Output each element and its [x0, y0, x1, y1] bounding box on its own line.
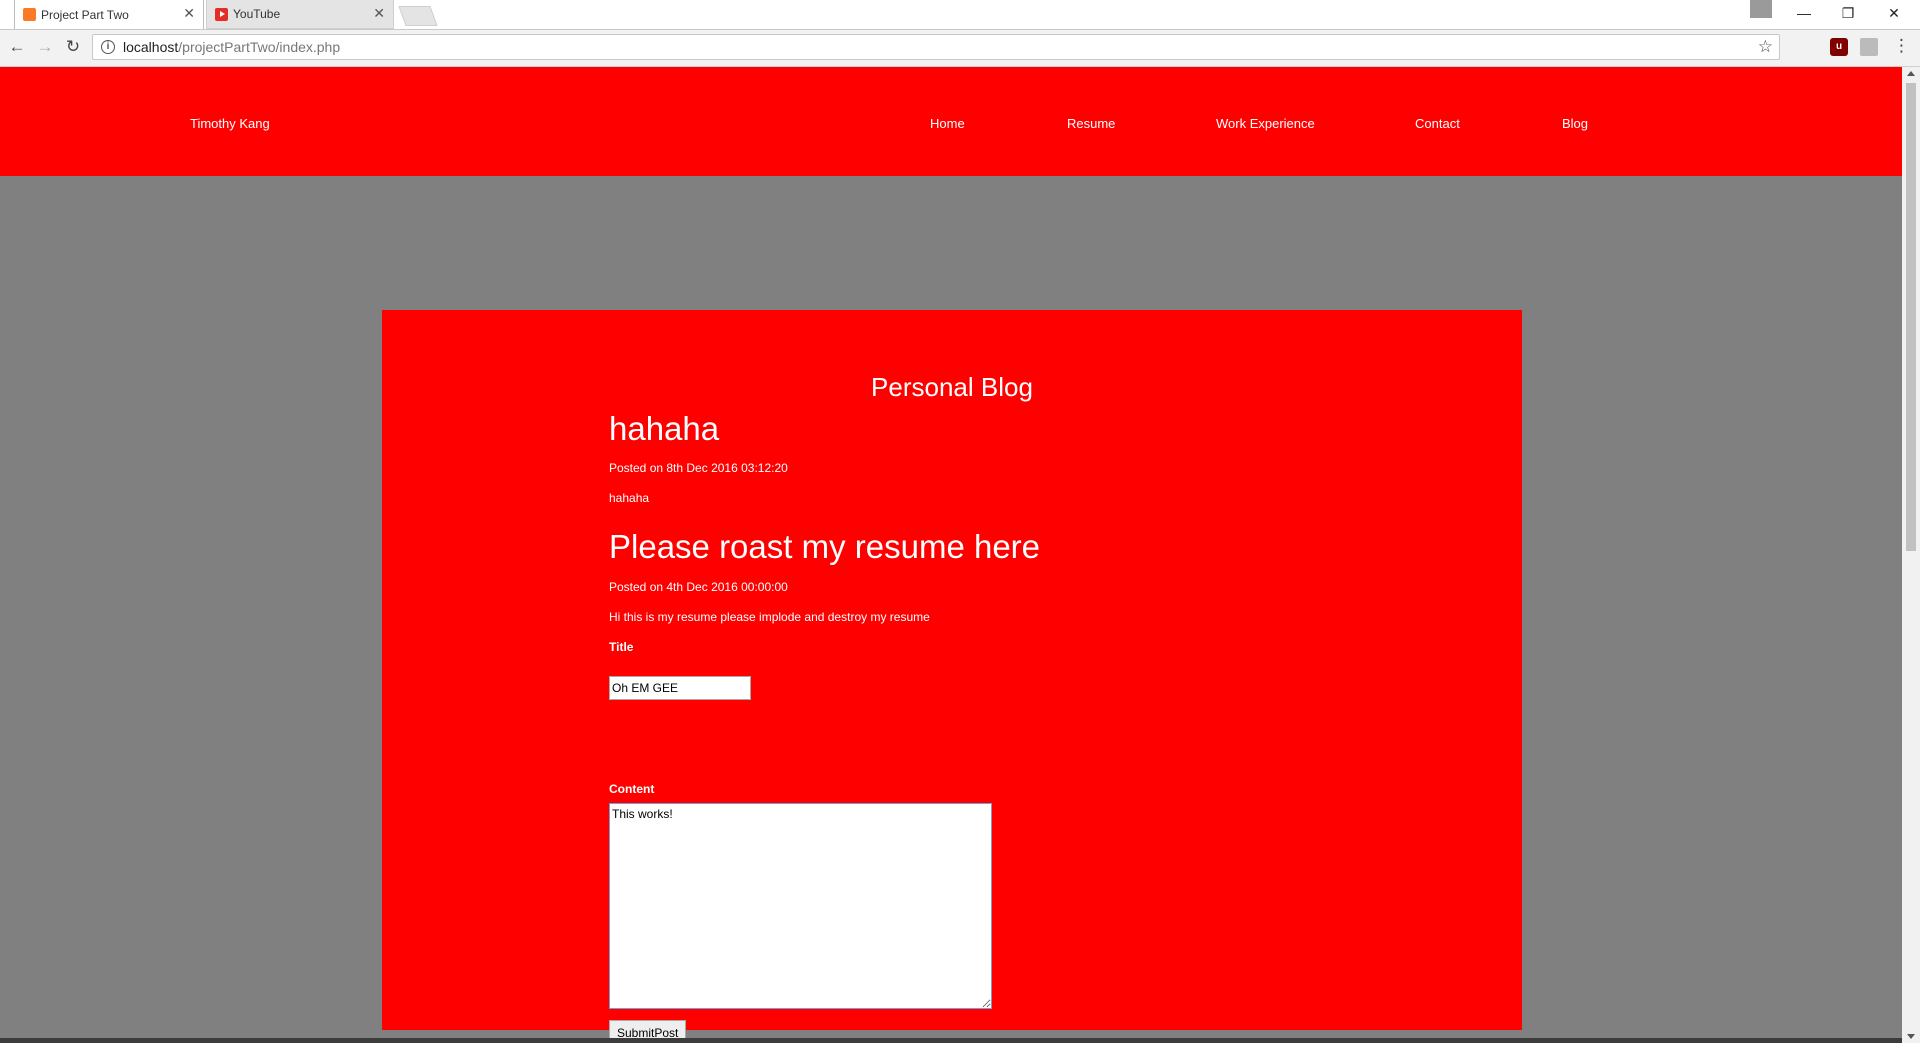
url-path: /projectPartTwo/index.php: [178, 39, 341, 55]
close-tab-icon[interactable]: ✕: [183, 6, 195, 20]
info-icon[interactable]: i: [101, 40, 115, 54]
blog-container: Personal Blog hahaha Posted on 8th Dec 2…: [382, 310, 1522, 1043]
post-date: Posted on 8th Dec 2016 03:12:20: [609, 461, 788, 475]
nav-home[interactable]: Home: [930, 116, 965, 131]
title-label: Title: [609, 640, 634, 654]
url-host: localhost: [123, 39, 179, 55]
post-body: hahaha: [609, 491, 650, 505]
content-textarea[interactable]: This works!: [609, 803, 992, 1009]
scrollbar-thumb[interactable]: [1906, 83, 1916, 551]
back-button[interactable]: ←: [6, 36, 28, 58]
content-label: Content: [609, 782, 655, 796]
nav-blog[interactable]: Blog: [1562, 116, 1588, 131]
tab-project-part-two[interactable]: Project Part Two ✕: [14, 0, 204, 29]
page-scrollbar[interactable]: [1902, 67, 1920, 1043]
forward-button[interactable]: →: [34, 36, 56, 58]
profile-icon[interactable]: [1750, 0, 1772, 18]
scroll-up-icon[interactable]: [1907, 71, 1915, 76]
post-title: Please roast my resume here: [609, 528, 1041, 565]
title-input[interactable]: [609, 676, 751, 700]
page-title: Personal Blog: [871, 372, 1033, 402]
nav-resume[interactable]: Resume: [1067, 116, 1115, 131]
post-date: Posted on 4th Dec 2016 00:00:00: [609, 580, 788, 594]
tab-title: Project Part Two: [41, 7, 129, 22]
minimize-button[interactable]: —: [1782, 0, 1826, 26]
close-window-button[interactable]: ✕: [1872, 0, 1916, 26]
site-header: Timothy Kang Home Resume Work Experience…: [0, 67, 1902, 176]
xampp-icon: [23, 8, 36, 21]
post-body: Hi this is my resume please implode and …: [609, 610, 930, 624]
browser-toolbar: ← → ↻ i localhost/projectPartTwo/index.p…: [0, 30, 1920, 67]
tab-youtube[interactable]: YouTube ✕: [206, 0, 394, 29]
reload-button[interactable]: ↻: [62, 36, 84, 58]
taskbar-edge: [0, 1038, 1902, 1043]
restore-button[interactable]: ❐: [1826, 0, 1870, 26]
post-title: hahaha: [609, 410, 720, 447]
ublock-extension-icon[interactable]: u: [1830, 38, 1848, 56]
browser-menu-icon[interactable]: ⋮: [1893, 36, 1910, 56]
reader-extension-icon[interactable]: [1860, 38, 1878, 56]
close-tab-icon[interactable]: ✕: [373, 6, 385, 20]
new-tab-button[interactable]: [398, 6, 438, 26]
nav-contact[interactable]: Contact: [1415, 116, 1460, 131]
page-viewport: Timothy Kang Home Resume Work Experience…: [0, 67, 1902, 1043]
tab-title: YouTube: [233, 7, 281, 21]
address-bar[interactable]: i localhost/projectPartTwo/index.php ☆: [92, 34, 1780, 60]
nav-work-experience[interactable]: Work Experience: [1216, 116, 1315, 131]
browser-tabstrip: Project Part Two ✕ YouTube ✕ — ❐ ✕: [0, 0, 1920, 30]
youtube-icon: [215, 8, 228, 21]
site-name[interactable]: Timothy Kang: [190, 116, 270, 131]
bookmark-star-icon[interactable]: ☆: [1758, 37, 1773, 57]
scroll-down-icon[interactable]: [1907, 1034, 1915, 1039]
